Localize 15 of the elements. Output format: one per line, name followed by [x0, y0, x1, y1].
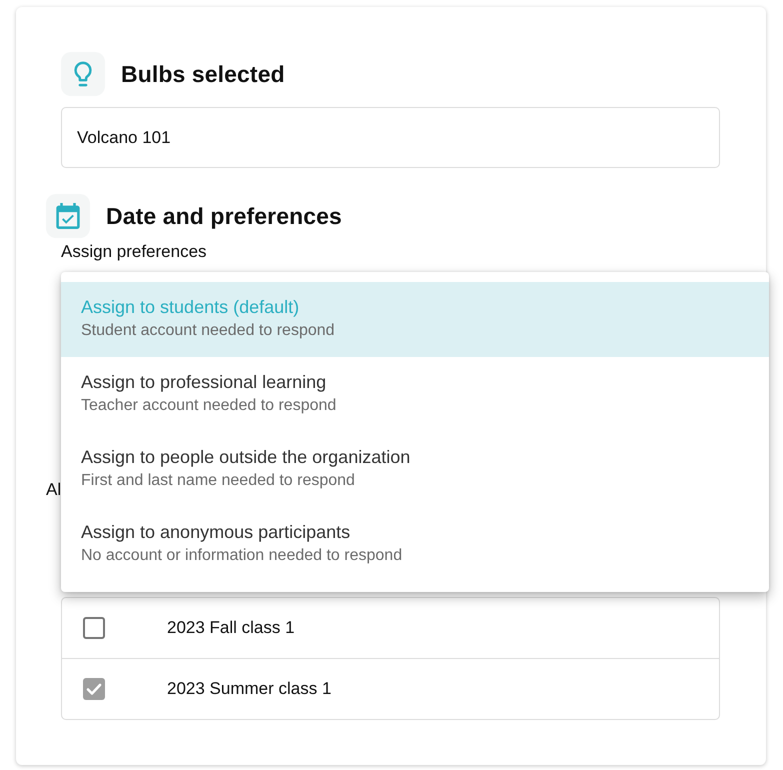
section-title: Bulbs selected: [121, 60, 285, 88]
class-name: 2023 Summer class 1: [167, 679, 332, 699]
field-label: Al: [46, 480, 62, 499]
menu-option[interactable]: Assign to professional learning Teacher account needed to respond: [61, 357, 769, 432]
menu-option[interactable]: Assign to students (default) Student account needed to respond: [61, 282, 769, 357]
menu-option[interactable]: Assign to anonymous participants No account or information needed to respond: [61, 507, 769, 582]
calendar-check-icon: [56, 203, 80, 229]
checkbox[interactable]: [83, 617, 105, 639]
section-title: Date and preferences: [106, 202, 342, 230]
field-label: Assign preferences: [61, 242, 208, 262]
bulb-field[interactable]: Volcano 101: [61, 107, 720, 168]
class-name: 2023 Fall class 1: [167, 618, 295, 638]
menu-option[interactable]: Assign to people outside the organization First and last name needed to respond: [61, 432, 769, 507]
checkmark-icon: [86, 682, 102, 696]
lightbulb-icon: [72, 61, 94, 87]
